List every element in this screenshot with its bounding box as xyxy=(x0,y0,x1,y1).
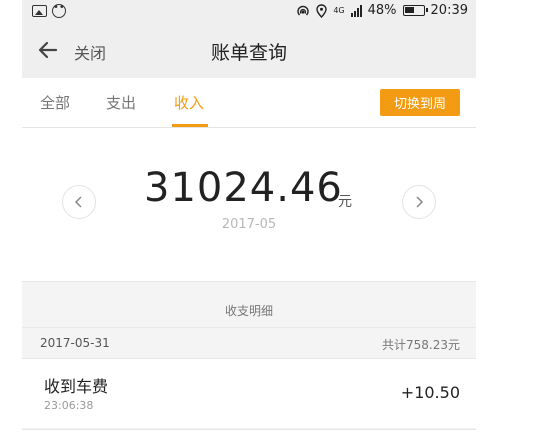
signal-icon xyxy=(350,4,362,17)
location-icon xyxy=(316,3,328,18)
switch-to-week-button[interactable]: 切换到周 xyxy=(380,89,460,116)
next-month-button[interactable] xyxy=(402,185,436,219)
hotspot-icon xyxy=(297,5,310,15)
tab-all[interactable]: 全部 xyxy=(40,92,70,113)
detail-header-label: 收支明细 xyxy=(224,304,273,318)
clock: 20:39 xyxy=(430,3,468,18)
battery-percent: 48% xyxy=(367,3,397,18)
status-left xyxy=(32,1,66,18)
active-tab-indicator xyxy=(172,124,208,127)
record-title: 收到车费 xyxy=(44,377,109,396)
currency-unit: 元 xyxy=(338,194,352,210)
record-amount: +10.50 xyxy=(400,383,460,402)
record-time: 23:06:38 xyxy=(44,399,94,412)
list-item[interactable] xyxy=(22,429,476,442)
selected-month: 2017-05 xyxy=(221,217,277,232)
list-item[interactable]: 收到车费 23:06:38 +10.50 xyxy=(22,358,476,428)
app-frame: 4G 48% 20:39 关闭 账单查询 全部 支出 收入 切换到周 31024 xyxy=(22,0,476,442)
network-type: 4G xyxy=(333,6,345,15)
day-group-header: 2017-05-31 共计758.23元 xyxy=(22,327,476,357)
chevron-left-icon xyxy=(74,196,82,208)
day-total: 共计758.23元 xyxy=(382,338,460,352)
filter-tabs: 全部 支出 收入 切换到周 xyxy=(22,78,476,128)
detail-header: 收支明细 xyxy=(22,281,476,327)
battery-icon xyxy=(402,5,428,16)
emoji-icon xyxy=(52,1,66,18)
tab-expense[interactable]: 支出 xyxy=(106,92,136,113)
total-amount: 31024.46 xyxy=(144,165,343,211)
page-title: 账单查询 xyxy=(210,42,287,64)
summary-panel: 31024.46 元 2017-05 xyxy=(22,129,476,281)
chevron-right-icon xyxy=(416,196,424,208)
status-right: 4G 48% 20:39 xyxy=(296,3,468,18)
day-date: 2017-05-31 xyxy=(40,336,110,350)
status-bar: 4G 48% 20:39 xyxy=(22,0,476,24)
prev-month-button[interactable] xyxy=(62,185,96,219)
gallery-icon xyxy=(32,5,47,17)
title-bar: 关闭 账单查询 xyxy=(22,24,476,78)
tab-income[interactable]: 收入 xyxy=(174,92,204,113)
detail-section: 收支明细 2017-05-31 共计758.23元 收到车费 23:06:38 … xyxy=(22,281,476,442)
